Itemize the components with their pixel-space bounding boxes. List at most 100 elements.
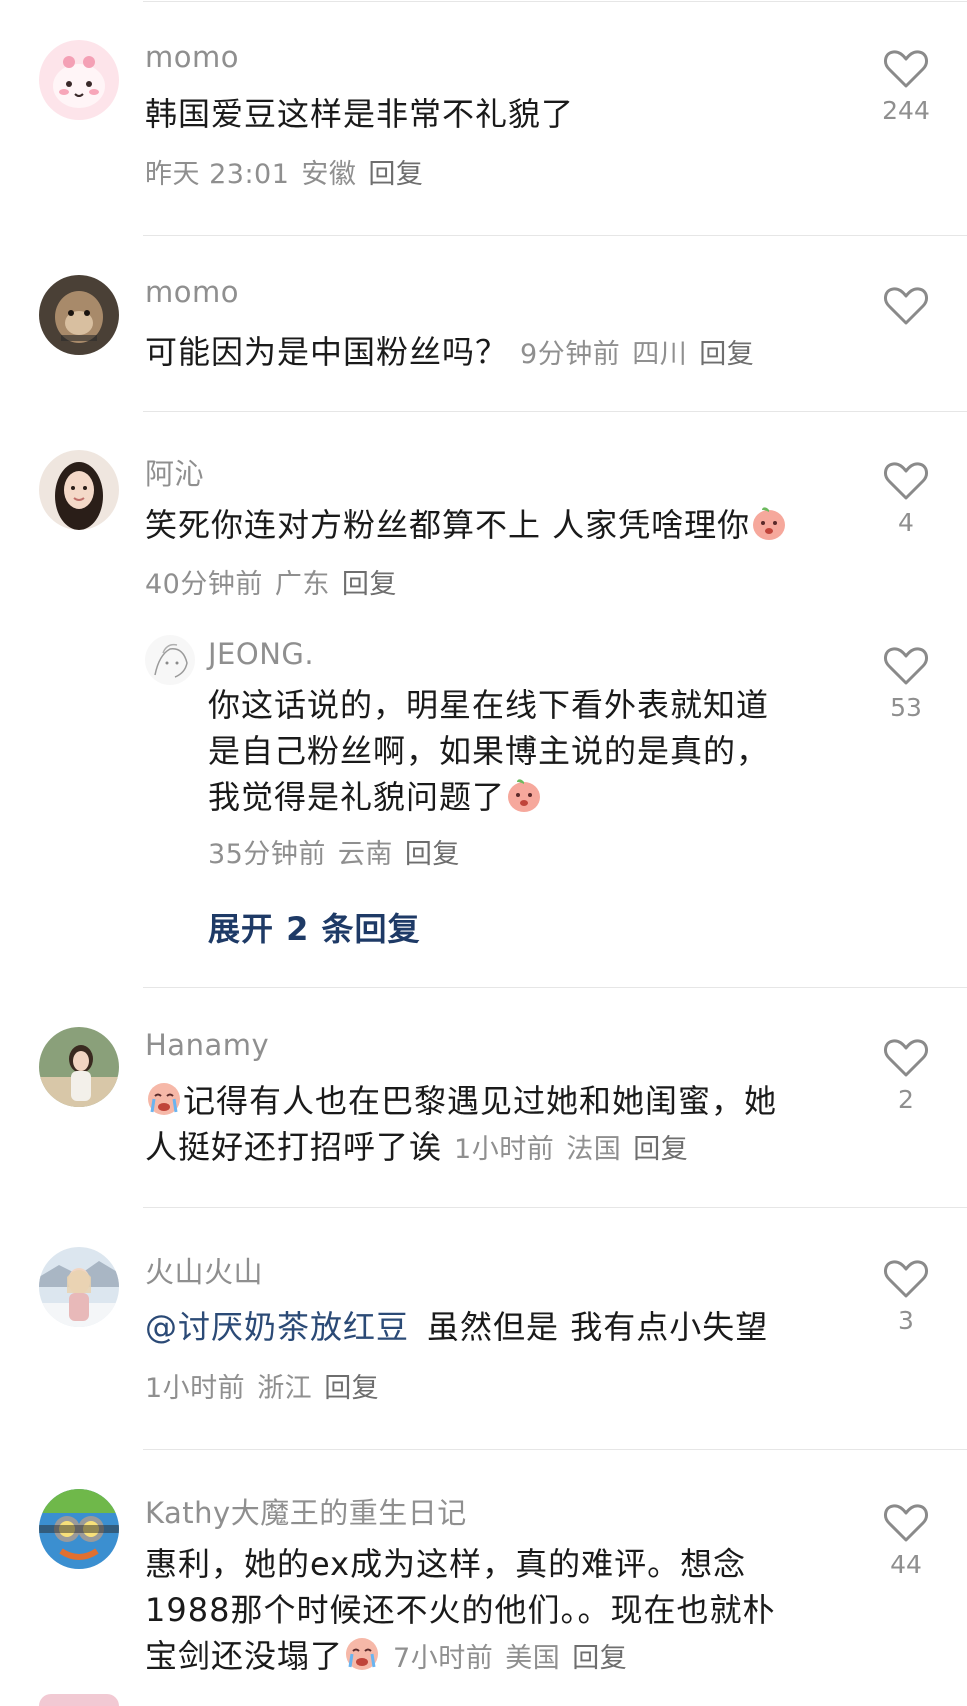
partial-avatar-icon	[39, 1694, 119, 1706]
avatar[interactable]	[39, 40, 119, 120]
reply-meta: 35分钟前 云南 回复	[208, 832, 460, 871]
reply-time: 35分钟前	[208, 839, 326, 870]
heart-outline-icon	[884, 1260, 928, 1298]
like-count: 244	[882, 96, 930, 125]
comment-text-body: 笑死你连对方粉丝都算不上 人家凭啥理你	[145, 506, 751, 544]
username[interactable]: 阿沁	[145, 451, 204, 493]
comment-location: 四川	[632, 339, 688, 370]
woman-photo-avatar-icon	[39, 450, 119, 530]
comment-meta: 7小时前 美国 回复	[393, 1643, 627, 1674]
monkey-photo-avatar-icon	[39, 275, 119, 355]
reply-button[interactable]: 回复	[699, 339, 754, 370]
minion-avatar-icon	[39, 1489, 119, 1569]
heart-outline-icon	[884, 50, 928, 88]
girl-outdoor-photo-avatar-icon	[39, 1027, 119, 1107]
username[interactable]: Kathy大魔王的重生日记	[145, 1490, 467, 1532]
like-button[interactable]: 2	[876, 1037, 936, 1114]
comment-text[interactable]: 可能因为是中国粉丝吗？ 9分钟前 四川 回复	[145, 329, 754, 378]
pink-cartoon-avatar-icon	[39, 40, 119, 120]
like-count: 44	[890, 1550, 922, 1579]
crying-face-emoji-icon	[346, 1638, 379, 1670]
reply-location: 云南	[337, 839, 393, 870]
comment-text-line: 1988那个时候还不火的他们。。现在也就朴	[145, 1591, 776, 1629]
comment-meta: 1小时前 浙江 回复	[145, 1366, 379, 1405]
comment-text-body: 虽然但是 我有点小失望	[427, 1308, 769, 1346]
like-button[interactable]: 44	[876, 1502, 936, 1579]
reply-button[interactable]: 回复	[633, 1134, 688, 1165]
girl-snow-photo-avatar-icon	[39, 1247, 119, 1327]
crying-face-emoji-icon	[148, 1083, 180, 1115]
reply-text-line: 你这话说的，明星在线下看外表就知道	[208, 686, 770, 724]
avatar[interactable]	[39, 1027, 119, 1107]
like-button[interactable]: 4	[876, 460, 936, 537]
comment-time: 9分钟前	[520, 339, 621, 370]
comment-meta: 40分钟前 广东 回复	[145, 562, 397, 601]
comment-text[interactable]: 惠利，她的ex成为这样，真的难评。想念 1988那个时候还不火的他们。。现在也就…	[145, 1541, 775, 1682]
reply-avatar[interactable]	[145, 635, 195, 685]
comment-location: 法国	[566, 1134, 622, 1165]
divider	[143, 235, 967, 236]
like-button[interactable]: 3	[876, 1258, 936, 1335]
comment-text[interactable]: 韩国爱豆这样是非常不礼貌了	[145, 91, 574, 137]
reply-button[interactable]: 回复	[342, 569, 397, 600]
like-button[interactable]: 53	[876, 645, 936, 722]
like-count: 3	[898, 1306, 914, 1335]
avatar[interactable]	[39, 1694, 119, 1706]
expand-replies-button[interactable]: 展开 2 条回复	[208, 904, 421, 950]
heart-outline-icon	[884, 287, 928, 325]
comment-list: momo 韩国爱豆这样是非常不礼貌了 昨天 23:01 安徽 回复 244 momo	[0, 0, 967, 1706]
heart-outline-icon	[884, 1504, 928, 1542]
reply-button[interactable]: 回复	[368, 159, 423, 190]
divider	[143, 1, 967, 2]
comment-time: 昨天 23:01	[145, 159, 290, 190]
divider	[143, 411, 967, 412]
reply-text[interactable]: 你这话说的，明星在线下看外表就知道 是自己粉丝啊，如果博主说的是真的， 我觉得是…	[208, 682, 769, 820]
comment-time: 7小时前	[393, 1643, 494, 1674]
comment-time: 1小时前	[145, 1373, 246, 1404]
comment-text-line: 惠利，她的ex成为这样，真的难评。想念	[145, 1545, 747, 1583]
like-count: 2	[898, 1085, 914, 1114]
like-button[interactable]	[876, 285, 936, 327]
sketch-avatar-icon	[145, 635, 195, 685]
username[interactable]: 火山火山	[145, 1249, 263, 1291]
comment-location: 美国	[505, 1643, 561, 1674]
avatar[interactable]	[39, 1489, 119, 1569]
peach-face-emoji-icon	[753, 507, 786, 540]
reply-button[interactable]: 回复	[572, 1643, 627, 1674]
comment-text-line: 人挺好还打招呼了诶 1小时前 法国 回复	[145, 1128, 689, 1166]
comment-time: 40分钟前	[145, 569, 263, 600]
comment-meta: 9分钟前 四川 回复	[520, 339, 754, 370]
comment-time: 1小时前	[454, 1134, 555, 1165]
avatar[interactable]	[39, 450, 119, 530]
username[interactable]: momo	[145, 40, 239, 74]
like-count: 4	[898, 508, 914, 537]
reply-text-line-with-emoji: 我觉得是礼貌问题了	[208, 774, 769, 820]
mention-link[interactable]: @讨厌奶茶放红豆	[145, 1308, 409, 1346]
reply-username[interactable]: JEONG.	[208, 637, 314, 671]
avatar[interactable]	[39, 1247, 119, 1327]
like-count: 53	[890, 693, 922, 722]
username[interactable]: Hanamy	[145, 1028, 269, 1062]
heart-outline-icon	[884, 1039, 928, 1077]
comment-text[interactable]: 笑死你连对方粉丝都算不上 人家凭啥理你	[145, 502, 788, 548]
divider	[143, 1207, 967, 1208]
comment-location: 浙江	[257, 1373, 313, 1404]
comment-text[interactable]: @讨厌奶茶放红豆 虽然但是 我有点小失望	[145, 1304, 768, 1350]
username[interactable]: momo	[145, 275, 239, 309]
reply-button[interactable]: 回复	[405, 839, 460, 870]
divider	[143, 1449, 967, 1450]
comment-location: 安徽	[301, 159, 357, 190]
divider	[143, 987, 967, 988]
comment-text[interactable]: 记得有人也在巴黎遇见过她和她闺蜜，她 人挺好还打招呼了诶 1小时前 法国 回复	[145, 1078, 777, 1173]
comment-text-line: 宝剑还没塌了 7小时前 美国 回复	[145, 1637, 628, 1675]
heart-outline-icon	[884, 462, 928, 500]
comment-location: 广东	[274, 569, 330, 600]
comment-text-body: 可能因为是中国粉丝吗？	[145, 333, 509, 371]
avatar[interactable]	[39, 275, 119, 355]
comment-meta: 1小时前 法国 回复	[454, 1134, 688, 1165]
reply-text-line: 是自己粉丝啊，如果博主说的是真的，	[208, 732, 770, 770]
peach-face-emoji-icon	[508, 779, 541, 812]
reply-button[interactable]: 回复	[324, 1373, 379, 1404]
comment-meta: 昨天 23:01 安徽 回复	[145, 152, 423, 191]
like-button[interactable]: 244	[876, 48, 936, 125]
